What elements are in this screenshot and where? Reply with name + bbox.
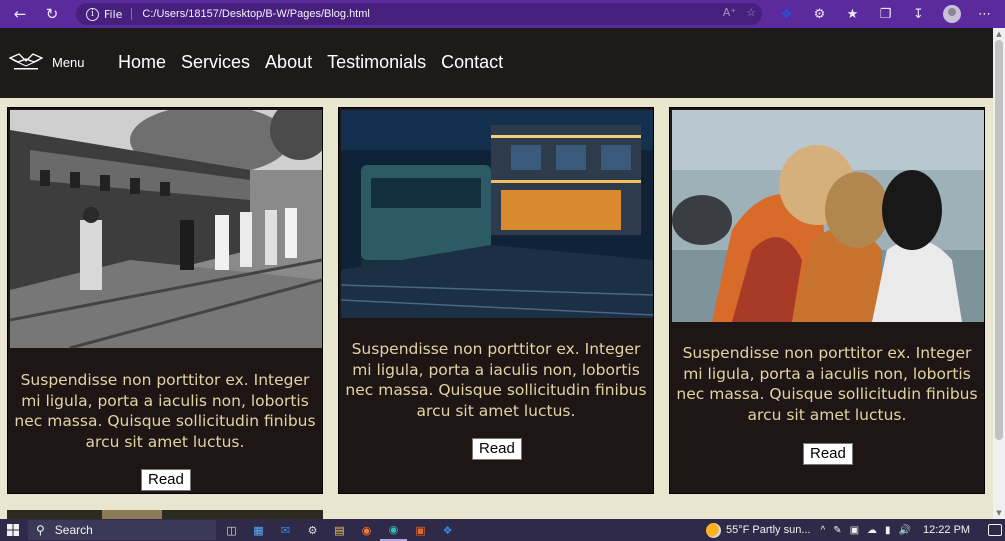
file-explorer-icon[interactable]: ▤ — [326, 519, 353, 541]
train-photo — [10, 110, 322, 348]
task-view-icon[interactable]: ◫ — [218, 519, 245, 541]
extensions-icon[interactable]: ⚙ — [803, 0, 836, 28]
tram-photo — [341, 110, 653, 318]
address-actions: A⁺ ☆ — [723, 6, 756, 19]
blog-card: Suspendisse non porttitor ex. Integer mi… — [669, 107, 985, 494]
vscode-icon[interactable]: ❖ — [434, 519, 461, 541]
card-text: Suspendisse non porttitor ex. Integer mi… — [676, 344, 978, 424]
system-tray: 55°F Partly sun... ^ ✎ ▣ ☁ ▮ 🔊 12:22 PM — [706, 519, 1003, 541]
card-text: Suspendisse non porttitor ex. Integer mi… — [345, 340, 647, 420]
blog-card: Suspendisse non porttitor ex. Integer mi… — [7, 107, 323, 494]
address-bar[interactable]: i File C:/Users/18157/Desktop/B-W/Pages/… — [76, 3, 762, 25]
file-label: File — [104, 7, 123, 21]
nav-testimonials[interactable]: Testimonials — [327, 52, 426, 73]
refresh-icon[interactable]: ↻ — [38, 0, 66, 28]
nav-about[interactable]: About — [265, 52, 312, 73]
blog-content: Suspendisse non porttitor ex. Integer mi… — [0, 98, 993, 519]
taskbar-apps: ◫ ▦ ✉ ⚙ ▤ ◉ ◉ ▣ ❖ — [218, 519, 461, 541]
card-image-friends — [672, 110, 984, 322]
battery-icon[interactable]: ▮ — [885, 525, 891, 536]
search-placeholder: Search — [54, 523, 93, 537]
nav-home[interactable]: Home — [118, 52, 166, 73]
notifications-icon[interactable] — [988, 524, 1003, 536]
info-icon[interactable]: i — [86, 7, 99, 21]
blog-card: Suspendisse non porttitor ex. Integer mi… — [338, 107, 654, 494]
display-icon[interactable]: ▣ — [850, 525, 859, 536]
card-text: Suspendisse non porttitor ex. Integer mi… — [14, 371, 316, 451]
scroll-down-icon[interactable]: ▼ — [995, 509, 1003, 517]
read-aloud-icon[interactable]: A⁺ — [723, 6, 736, 19]
pen-icon[interactable]: ✎ — [833, 525, 841, 536]
page-scrollbar[interactable]: ▲ ▼ — [993, 28, 1005, 519]
favorite-add-icon[interactable]: ☆ — [746, 6, 756, 19]
scroll-up-icon[interactable]: ▲ — [995, 30, 1003, 38]
speaker-icon[interactable]: 🔊 — [899, 525, 911, 536]
downloads-icon[interactable]: ↧ — [902, 0, 935, 28]
profile-icon[interactable] — [935, 0, 968, 28]
mail-icon[interactable]: ✉ — [272, 519, 299, 541]
nav-contact[interactable]: Contact — [441, 52, 503, 73]
url-text[interactable]: C:/Users/18157/Desktop/B-W/Pages/Blog.ht… — [142, 8, 369, 20]
cloud-icon[interactable]: ☁ — [867, 525, 877, 536]
settings-icon[interactable]: ⚙ — [299, 519, 326, 541]
widgets-icon[interactable]: ▦ — [245, 519, 272, 541]
back-icon[interactable]: ← — [6, 0, 34, 28]
logo-icon[interactable] — [9, 52, 43, 72]
edge-icon[interactable]: ◉ — [380, 519, 407, 541]
nav-services[interactable]: Services — [181, 52, 250, 73]
main-nav: Home Services About Testimonials Contact — [118, 52, 518, 73]
extension-icon[interactable]: ❖ — [770, 0, 803, 28]
favorites-icon[interactable]: ★ — [836, 0, 869, 28]
scroll-thumb[interactable] — [995, 40, 1003, 440]
firefox-icon[interactable]: ◉ — [353, 519, 380, 541]
browser-toolbar: ← ↻ i File C:/Users/18157/Desktop/B-W/Pa… — [0, 0, 1005, 28]
read-button[interactable]: Read — [803, 443, 853, 465]
site-header: Menu Home Services About Testimonials Co… — [0, 28, 993, 98]
next-card-peek — [7, 510, 323, 519]
toolbar-icons: ❖ ⚙ ★ ❐ ↧ ⋯ — [770, 0, 1001, 28]
weather-text[interactable]: 55°F Partly sun... — [726, 524, 811, 536]
windows-start-icon[interactable] — [0, 519, 26, 541]
menu-label[interactable]: Menu — [52, 55, 85, 70]
more-icon[interactable]: ⋯ — [968, 0, 1001, 28]
read-button[interactable]: Read — [141, 469, 191, 491]
clock[interactable]: 12:22 PM — [923, 524, 970, 536]
address-separator — [131, 8, 133, 20]
card-image-tram — [341, 110, 653, 318]
next-card-image — [102, 510, 162, 519]
search-icon: ⚲ — [36, 523, 45, 537]
avatar[interactable] — [942, 5, 961, 23]
weather-icon[interactable] — [706, 522, 721, 538]
chevron-up-icon[interactable]: ^ — [821, 525, 826, 536]
collections-icon[interactable]: ❐ — [869, 0, 902, 28]
card-image-train — [10, 110, 322, 348]
tray-icons: ^ ✎ ▣ ☁ ▮ 🔊 — [821, 525, 912, 536]
taskbar: ⚲ Search ◫ ▦ ✉ ⚙ ▤ ◉ ◉ ▣ ❖ 55°F Partly s… — [0, 519, 1005, 541]
powerpoint-icon[interactable]: ▣ — [407, 519, 434, 541]
taskbar-search[interactable]: ⚲ Search — [28, 520, 216, 540]
friends-photo — [672, 110, 984, 322]
read-button[interactable]: Read — [472, 438, 522, 460]
